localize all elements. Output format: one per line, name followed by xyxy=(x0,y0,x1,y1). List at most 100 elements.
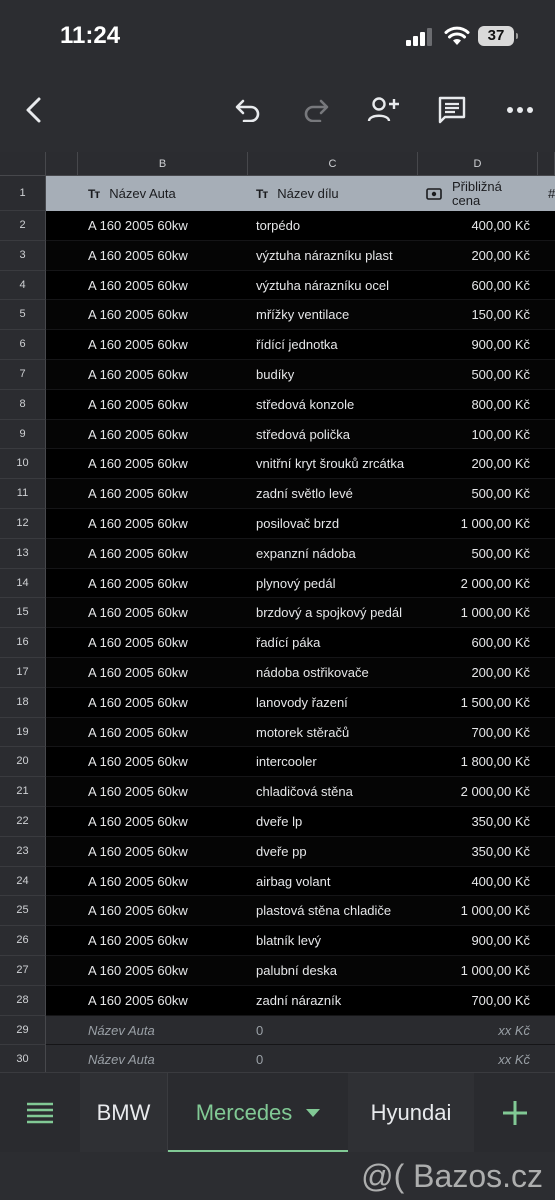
cell-c[interactable]: zadní nárazník xyxy=(256,986,418,1015)
redo-icon[interactable] xyxy=(298,92,334,128)
header-cell-c[interactable]: Tт Název dílu xyxy=(256,176,339,211)
column-header-a[interactable] xyxy=(46,152,78,176)
row-number[interactable]: 21 xyxy=(0,777,46,807)
table-row[interactable]: Název Auta 0 xx Kč xyxy=(46,1045,555,1072)
cell-b[interactable]: Název Auta xyxy=(88,1016,248,1045)
cell-d[interactable]: 700,00 Kč xyxy=(418,718,530,747)
cell-d[interactable]: 2 000,00 Kč xyxy=(418,569,530,598)
cell-d[interactable]: 400,00 Kč xyxy=(418,867,530,896)
spreadsheet-grid[interactable]: B C D 1 Tт Název Auta Tт Název dílu Přib… xyxy=(0,152,555,1072)
cell-b[interactable]: A 160 2005 60kw xyxy=(88,271,248,300)
cell-d[interactable]: 1 000,00 Kč xyxy=(418,956,530,985)
cell-b[interactable]: A 160 2005 60kw xyxy=(88,628,248,657)
cell-d[interactable]: 2 000,00 Kč xyxy=(418,777,530,806)
cell-c[interactable]: středová konzole xyxy=(256,390,418,419)
table-row[interactable]: A 160 2005 60kw posilovač brzd 1 000,00 Kč xyxy=(46,508,555,539)
cell-c[interactable]: expanzní nádoba xyxy=(256,539,418,568)
cell-c[interactable]: posilovač brzd xyxy=(256,509,418,538)
cell-d[interactable]: 200,00 Kč xyxy=(418,449,530,478)
row-number[interactable]: 28 xyxy=(0,985,46,1016)
row-number[interactable]: 9 xyxy=(0,419,46,450)
row-number[interactable]: 24 xyxy=(0,866,46,897)
cell-b[interactable]: A 160 2005 60kw xyxy=(88,658,248,687)
cell-c[interactable]: zadní světlo levé xyxy=(256,479,418,508)
cell-b[interactable]: A 160 2005 60kw xyxy=(88,688,248,717)
cell-d[interactable]: 1 800,00 Kč xyxy=(418,747,530,776)
cell-c[interactable]: motorek stěračů xyxy=(256,718,418,747)
table-row[interactable]: A 160 2005 60kw plynový pedál 2 000,00 Kč xyxy=(46,568,555,599)
cell-d[interactable]: 500,00 Kč xyxy=(418,479,530,508)
row-number[interactable]: 13 xyxy=(0,538,46,569)
table-row[interactable]: A 160 2005 60kw plastová stěna chladiče 1 … xyxy=(46,896,555,927)
table-row[interactable]: A 160 2005 60kw zadní světlo levé 500,00 K… xyxy=(46,479,555,509)
cell-c[interactable]: torpédo xyxy=(256,211,418,240)
table-row[interactable]: Název Auta 0 xx Kč xyxy=(46,1015,555,1046)
table-row[interactable]: A 160 2005 60kw palubní deska 1 000,00 Kč xyxy=(46,955,555,986)
table-row[interactable]: A 160 2005 60kw chladičová stěna 2 000,00 … xyxy=(46,777,555,807)
row-number[interactable]: 5 xyxy=(0,300,46,331)
cell-c[interactable]: řídící jednotka xyxy=(256,330,418,359)
row-number[interactable]: 17 xyxy=(0,658,46,688)
cell-d[interactable]: 400,00 Kč xyxy=(418,211,530,240)
cell-d[interactable]: 350,00 Kč xyxy=(418,807,530,836)
row-number[interactable]: 3 xyxy=(0,240,46,271)
cell-b[interactable]: A 160 2005 60kw xyxy=(88,867,248,896)
cell-c[interactable]: nádoba ostřikovače xyxy=(256,658,418,687)
row-number[interactable]: 14 xyxy=(0,568,46,599)
cell-c[interactable]: výztuha nárazníku plast xyxy=(256,241,418,270)
row-number[interactable]: 7 xyxy=(0,360,46,390)
cell-b[interactable]: A 160 2005 60kw xyxy=(88,539,248,568)
table-row[interactable]: A 160 2005 60kw airbag volant 400,00 Kč xyxy=(46,866,555,897)
cell-b[interactable]: Název Auta xyxy=(88,1045,248,1072)
undo-icon[interactable] xyxy=(230,92,266,128)
row-number[interactable]: 11 xyxy=(0,479,46,509)
header-cell-b[interactable]: Tт Název Auta xyxy=(88,176,176,211)
row-number[interactable]: 22 xyxy=(0,807,46,837)
row-number[interactable]: 6 xyxy=(0,330,46,360)
cell-d[interactable]: 600,00 Kč xyxy=(418,271,530,300)
column-header-d[interactable]: D xyxy=(418,152,538,176)
cell-b[interactable]: A 160 2005 60kw xyxy=(88,986,248,1015)
row-number[interactable]: 30 xyxy=(0,1045,46,1072)
cell-c[interactable]: lanovody řazení xyxy=(256,688,418,717)
column-header-c[interactable]: C xyxy=(248,152,418,176)
table-row[interactable]: A 160 2005 60kw mřížky ventilace 150,00 Kč xyxy=(46,300,555,331)
cell-d[interactable]: 500,00 Kč xyxy=(418,360,530,389)
table-row[interactable]: A 160 2005 60kw intercooler 1 800,00 Kč xyxy=(46,747,555,778)
cell-d[interactable]: xx Kč xyxy=(418,1045,530,1072)
row-number[interactable]: 18 xyxy=(0,687,46,718)
cell-d[interactable]: 150,00 Kč xyxy=(418,300,530,329)
table-row[interactable]: A 160 2005 60kw torpédo 400,00 Kč xyxy=(46,211,555,241)
cell-b[interactable]: A 160 2005 60kw xyxy=(88,509,248,538)
cell-d[interactable]: xx Kč xyxy=(418,1016,530,1045)
cell-b[interactable]: A 160 2005 60kw xyxy=(88,956,248,985)
cell-c[interactable]: blatník levý xyxy=(256,926,418,955)
cell-c[interactable]: palubní deska xyxy=(256,956,418,985)
row-number[interactable]: 10 xyxy=(0,449,46,480)
cell-c[interactable]: dveře pp xyxy=(256,837,418,866)
cell-c[interactable]: výztuha nárazníku ocel xyxy=(256,271,418,300)
table-row[interactable]: A 160 2005 60kw motorek stěračů 700,00 Kč xyxy=(46,717,555,748)
cell-b[interactable]: A 160 2005 60kw xyxy=(88,211,248,240)
table-header-row[interactable]: Tт Název Auta Tт Název dílu Přibližná cen… xyxy=(46,176,555,211)
row-number[interactable]: 2 xyxy=(0,211,46,241)
cell-d[interactable]: 100,00 Kč xyxy=(418,420,530,449)
table-row[interactable]: A 160 2005 60kw vnitřní kryt šrouků zrcát… xyxy=(46,449,555,480)
cell-b[interactable]: A 160 2005 60kw xyxy=(88,896,248,925)
table-row[interactable]: A 160 2005 60kw nádoba ostřikovače 200,00 … xyxy=(46,657,555,688)
tab-hyundai[interactable]: Hyundai xyxy=(348,1073,474,1153)
row-number[interactable]: 26 xyxy=(0,926,46,956)
column-header-b[interactable]: B xyxy=(78,152,248,176)
row-number[interactable]: 20 xyxy=(0,747,46,778)
table-row[interactable]: A 160 2005 60kw expanzní nádoba 500,00 Kč xyxy=(46,538,555,569)
row-number[interactable]: 25 xyxy=(0,896,46,927)
sheet-list-button[interactable] xyxy=(0,1073,80,1153)
header-cell-d[interactable]: Přibližná cena xyxy=(426,176,502,211)
row-number[interactable]: 8 xyxy=(0,389,46,420)
cell-b[interactable]: A 160 2005 60kw xyxy=(88,747,248,776)
cell-d[interactable]: 200,00 Kč xyxy=(418,658,530,687)
cell-c[interactable]: dveře lp xyxy=(256,807,418,836)
cell-d[interactable]: 600,00 Kč xyxy=(418,628,530,657)
cell-c[interactable]: airbag volant xyxy=(256,867,418,896)
cell-d[interactable]: 1 000,00 Kč xyxy=(418,896,530,925)
